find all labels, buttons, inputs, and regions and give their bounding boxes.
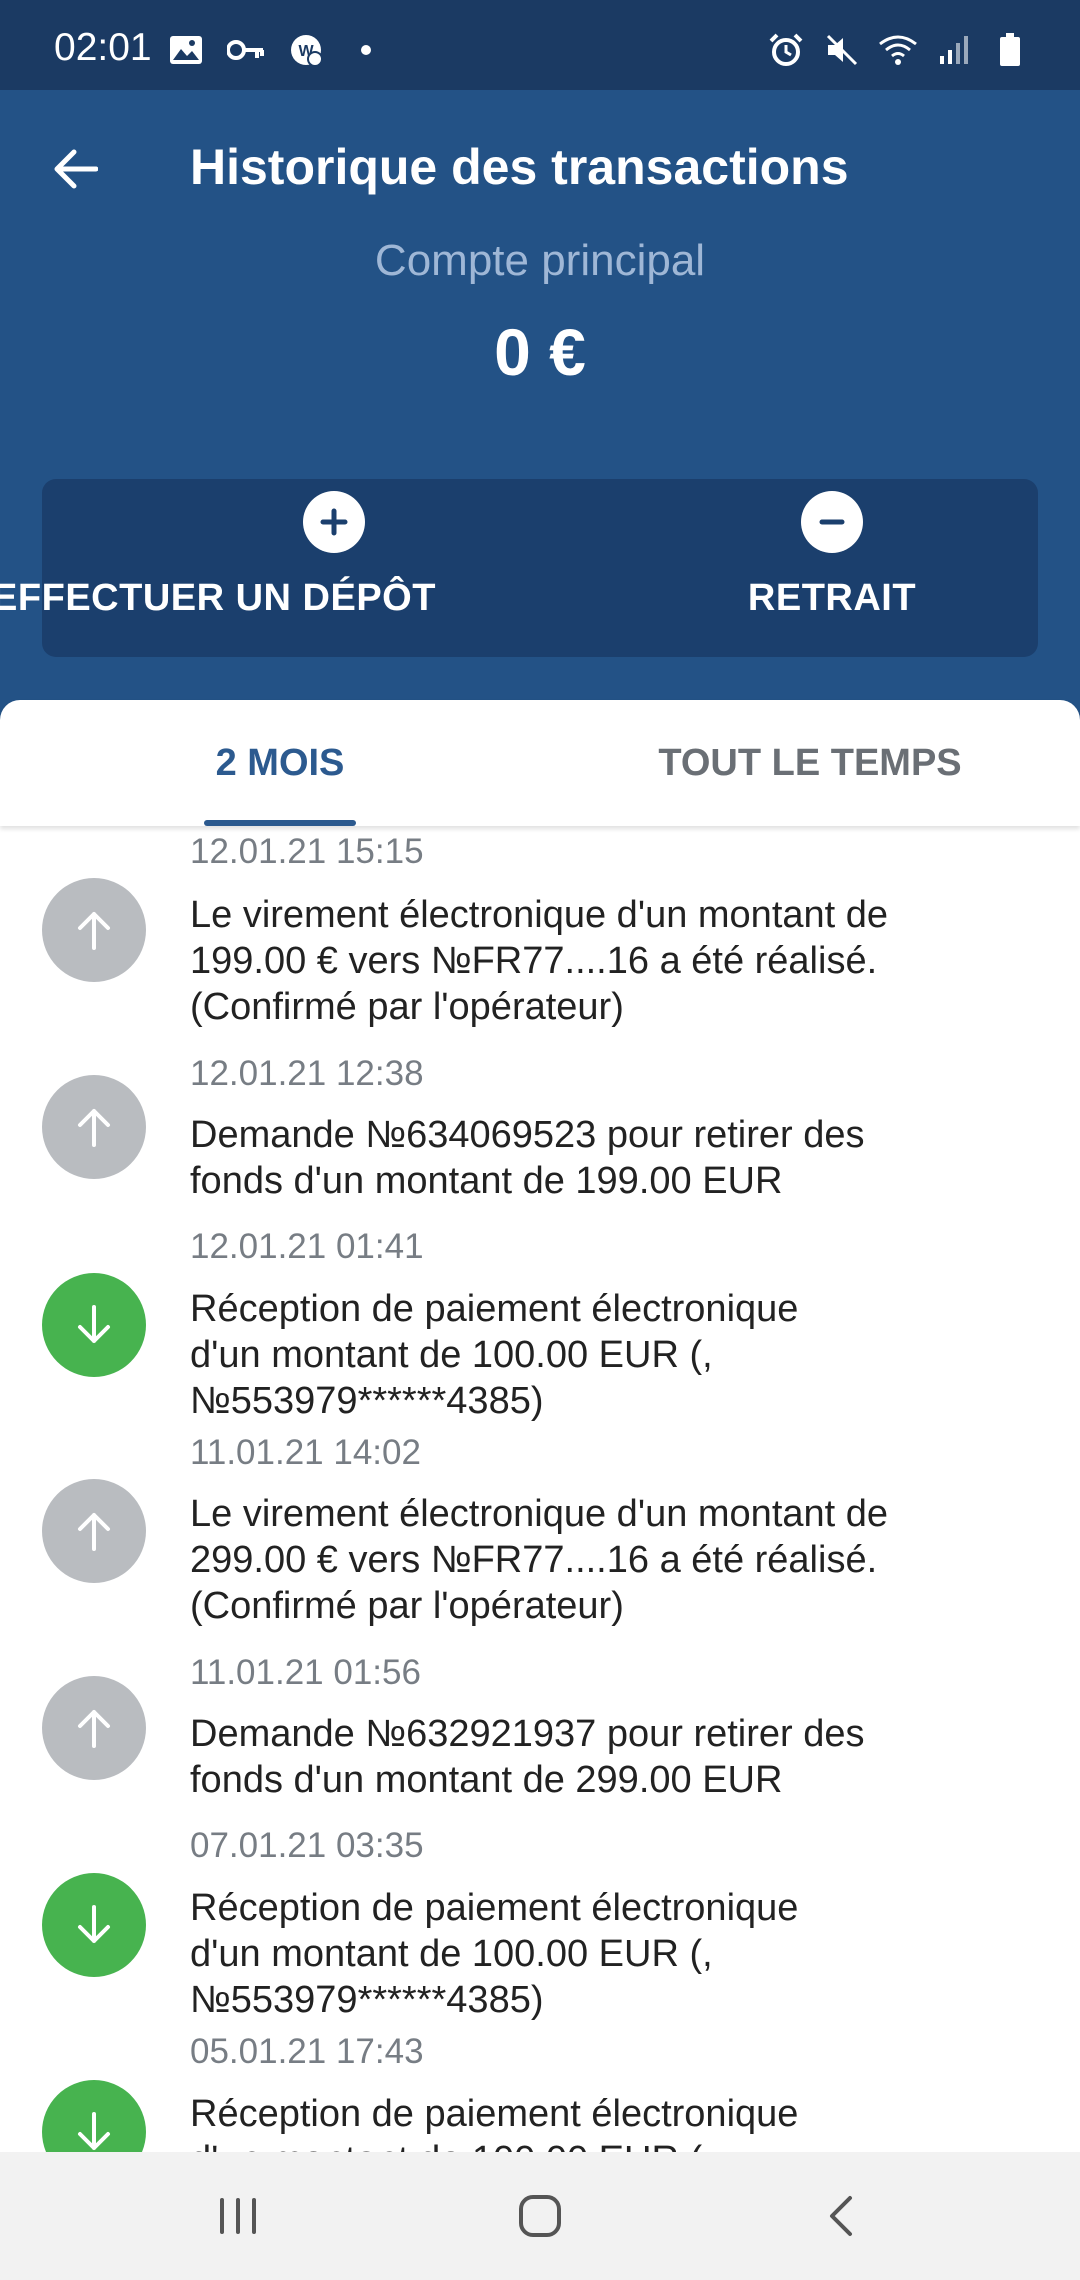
arrow-up-icon [42, 1676, 146, 1780]
alarm-icon [766, 30, 806, 70]
nav-back-icon [830, 2196, 852, 2236]
transaction-date: 11.01.21 14:02 [190, 1433, 421, 1472]
transaction-description[interactable]: Réception de paiement électronique d'un … [190, 1885, 1030, 2023]
nav-back-button[interactable] [802, 2176, 882, 2256]
withdraw-label: RETRAIT [747, 577, 917, 619]
transaction-description[interactable]: Réception de paiement électronique d'un … [190, 1286, 1030, 1424]
recents-icon [220, 2198, 256, 2234]
deposit-label: EFFECTUER UN DÉPÔT [0, 577, 436, 619]
image-icon [166, 30, 206, 70]
page-title: Historique des transactions [190, 139, 849, 195]
actions-panel: EFFECTUER UN DÉPÔT RETRAIT [0, 479, 1038, 657]
transaction-description[interactable]: Demande №632921937 pour retirer des fond… [190, 1711, 1030, 1803]
transaction-list[interactable]: 12.01.21 15:15 Le virement électronique … [0, 826, 1080, 2152]
tab-2-months[interactable]: 2 MOIS [130, 700, 430, 826]
account-balance: 0 € [494, 315, 586, 389]
arrow-up-icon [42, 1075, 146, 1179]
system-nav-bar [0, 2152, 1080, 2280]
arrow-left-icon [54, 149, 98, 189]
recents-button[interactable] [198, 2176, 278, 2256]
transaction-date: 05.01.21 17:43 [190, 2032, 424, 2071]
status-bar: 02:01 W [0, 0, 1080, 90]
arrow-down-icon [42, 1273, 146, 1377]
header: Historique des transactions Compte princ… [0, 90, 1080, 730]
period-tabs: 2 MOIS TOUT LE TEMPS [0, 700, 1080, 826]
minus-circle-icon [801, 491, 863, 553]
app-badge-icon: W [286, 30, 326, 70]
plus-circle-icon [303, 491, 365, 553]
battery-icon [990, 30, 1030, 70]
withdraw-button[interactable]: RETRAIT [702, 479, 962, 657]
status-time: 02:01 [54, 26, 152, 69]
key-icon [226, 30, 266, 70]
transaction-description[interactable]: Demande №634069523 pour retirer des fond… [190, 1112, 1030, 1204]
notification-icons: W [166, 30, 386, 70]
home-icon [519, 2195, 561, 2237]
system-icons [766, 30, 1030, 70]
transaction-date: 07.01.21 03:35 [190, 1826, 424, 1865]
home-button[interactable] [500, 2176, 580, 2256]
arrow-down-icon [42, 2080, 146, 2152]
transaction-date: 12.01.21 15:15 [190, 832, 424, 871]
transaction-description[interactable]: Réception de paiement électronique d'un … [190, 2091, 1030, 2152]
account-label: Compte principal [374, 236, 706, 285]
signal-icon [934, 30, 974, 70]
wifi-icon [878, 30, 918, 70]
transaction-description[interactable]: Le virement électronique d'un montant de… [190, 892, 1030, 1030]
tab-all-time[interactable]: TOUT LE TEMPS [620, 700, 1000, 826]
transaction-date: 12.01.21 01:41 [190, 1227, 424, 1266]
arrow-down-icon [42, 1873, 146, 1977]
tab-label: 2 MOIS [215, 741, 345, 784]
back-button[interactable] [40, 134, 110, 204]
transaction-date: 12.01.21 12:38 [190, 1054, 424, 1093]
tab-label: TOUT LE TEMPS [658, 741, 962, 784]
transaction-description[interactable]: Le virement électronique d'un montant de… [190, 1491, 1030, 1629]
deposit-button[interactable]: EFFECTUER UN DÉPÔT [0, 479, 592, 657]
arrow-up-icon [42, 878, 146, 982]
mute-icon [822, 30, 862, 70]
arrow-up-icon [42, 1479, 146, 1583]
transaction-date: 11.01.21 01:56 [190, 1653, 421, 1692]
dot-icon [346, 30, 386, 70]
